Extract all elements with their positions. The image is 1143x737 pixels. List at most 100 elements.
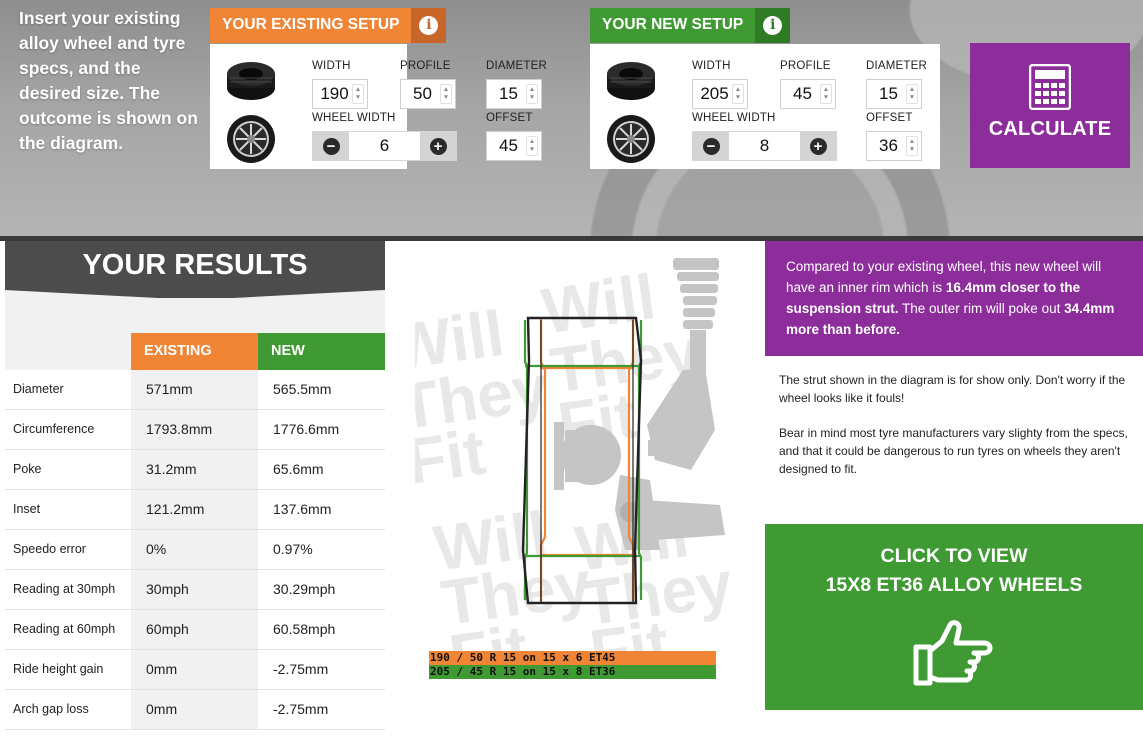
new-setup-body: WIDTH PROFILE DIAMETER WHEEL WIDTH OFFSE… xyxy=(590,44,940,169)
new-width-label: WIDTH xyxy=(692,60,731,72)
new-width-value: 205 xyxy=(700,84,729,103)
table-row: Speedo error 0% 0.97% xyxy=(5,530,385,570)
table-row: Diameter 571mm 565.5mm xyxy=(5,370,385,410)
new-wheel-width-label: WHEEL WIDTH xyxy=(692,112,776,124)
row-new: -2.75mm xyxy=(258,650,385,689)
existing-width-label: WIDTH xyxy=(312,60,351,72)
plus-icon: + xyxy=(809,137,827,155)
minus-icon: − xyxy=(322,137,340,155)
existing-setup-title: YOUR EXISTING SETUP xyxy=(210,8,412,43)
spinner-icon[interactable]: ▲ ▼ xyxy=(906,136,918,156)
new-info-button[interactable]: i xyxy=(755,8,791,43)
new-decrease-button[interactable]: − xyxy=(693,132,729,160)
tyre-icon xyxy=(607,62,655,100)
comparison-summary: Compared to your existing wheel, this ne… xyxy=(765,241,1143,356)
new-diameter-input[interactable]: 15 ▲ ▼ xyxy=(866,79,922,109)
existing-width-value: 190 xyxy=(320,84,349,103)
new-width-input[interactable]: 205 ▲ ▼ xyxy=(692,79,748,109)
existing-info-button[interactable]: i xyxy=(411,8,447,43)
spinner-icon[interactable]: ▲ ▼ xyxy=(526,84,538,104)
spinner-icon[interactable]: ▲ ▼ xyxy=(440,84,452,104)
existing-setup-body: WIDTH PROFILE DIAMETER WHEEL WIDTH OFFSE… xyxy=(210,44,547,169)
row-new: 0.97% xyxy=(258,530,385,569)
existing-diameter-value: 15 xyxy=(499,84,518,103)
existing-wheel-width-value: 6 xyxy=(349,132,420,160)
row-label: Arch gap loss xyxy=(5,690,131,729)
new-offset-value: 36 xyxy=(879,136,898,155)
table-row: Arch gap loss 0mm -2.75mm xyxy=(5,690,385,730)
cta-line-1: CLICK TO VIEW xyxy=(880,545,1028,567)
new-increase-button[interactable]: + xyxy=(800,132,836,160)
spinner-icon[interactable]: ▲ ▼ xyxy=(352,84,364,104)
existing-width-input[interactable]: 190 ▲ ▼ xyxy=(312,79,368,109)
row-new: 30.29mph xyxy=(258,570,385,609)
calculator-icon xyxy=(1029,64,1071,110)
cta-line-2: 15X8 ET36 ALLOY WHEELS xyxy=(825,574,1083,596)
row-new: 137.6mm xyxy=(258,490,385,529)
new-diameter-value: 15 xyxy=(879,84,898,103)
existing-offset-value: 45 xyxy=(499,136,518,155)
intro-text: Insert your existing alloy wheel and tyr… xyxy=(19,8,198,153)
row-new: 1776.6mm xyxy=(258,410,385,449)
manufacturer-note: Bear in mind most tyre manufacturers var… xyxy=(779,426,1128,476)
row-existing: 0mm xyxy=(131,650,258,689)
existing-decrease-button[interactable]: − xyxy=(313,132,349,160)
row-existing: 30mph xyxy=(131,570,258,609)
existing-profile-label: PROFILE xyxy=(400,60,451,72)
new-setup-panel: YOUR NEW SETUP i WIDTH PROFILE DIAMETER … xyxy=(590,8,940,169)
row-label: Diameter xyxy=(5,370,131,409)
plus-icon: + xyxy=(429,137,447,155)
row-new: -2.75mm xyxy=(258,690,385,729)
existing-offset-label: OFFSET xyxy=(486,112,533,124)
tyre-icon xyxy=(227,62,275,100)
view-alloy-wheels-button[interactable]: CLICK TO VIEW 15X8 ET36 ALLOY WHEELS xyxy=(765,524,1143,710)
row-label: Reading at 30mph xyxy=(5,570,131,609)
new-setup-title: YOUR NEW SETUP xyxy=(590,8,756,43)
row-label: Inset xyxy=(5,490,131,529)
existing-offset-input[interactable]: 45 ▲ ▼ xyxy=(486,131,542,161)
calculate-label: CALCULATE xyxy=(988,118,1112,140)
pointing-hand-icon xyxy=(913,620,993,686)
row-new: 65.6mm xyxy=(258,450,385,489)
spinner-icon[interactable]: ▲ ▼ xyxy=(526,136,538,156)
info-icon: i xyxy=(763,16,783,35)
comparison-text-2: The outer rim will poke out xyxy=(898,301,1065,316)
new-wheel-width-stepper[interactable]: − 8 + xyxy=(692,131,837,161)
existing-setup-panel: YOUR EXISTING SETUP i WIDTH PROFILE DIAM… xyxy=(210,8,547,169)
row-existing: 0mm xyxy=(131,690,258,729)
spinner-icon[interactable]: ▲ ▼ xyxy=(820,84,832,104)
existing-increase-button[interactable]: + xyxy=(420,132,456,160)
row-existing: 60mph xyxy=(131,610,258,649)
new-profile-label: PROFILE xyxy=(780,60,831,72)
results-table: Diameter 571mm 565.5mm Circumference 1793.8… xyxy=(5,370,385,730)
new-offset-input[interactable]: 36 ▲ ▼ xyxy=(866,131,922,161)
col-existing: EXISTING xyxy=(131,333,258,370)
new-setup-header: YOUR NEW SETUP i xyxy=(590,8,791,43)
table-row: Reading at 60mph 60mph 60.58mph xyxy=(5,610,385,650)
spinner-icon[interactable]: ▲ ▼ xyxy=(906,84,918,104)
col-new: NEW xyxy=(258,333,385,370)
new-profile-input[interactable]: 45 ▲ ▼ xyxy=(780,79,836,109)
existing-profile-input[interactable]: 50 ▲ ▼ xyxy=(400,79,456,109)
table-row: Inset 121.2mm 137.6mm xyxy=(5,490,385,530)
existing-diameter-label: DIAMETER xyxy=(486,60,548,72)
row-existing: 1793.8mm xyxy=(131,410,258,449)
strut-note: The strut shown in the diagram is for sh… xyxy=(779,373,1126,405)
existing-diameter-input[interactable]: 15 ▲ ▼ xyxy=(486,79,542,109)
calculate-button[interactable]: CALCULATE xyxy=(970,43,1130,168)
row-new: 60.58mph xyxy=(258,610,385,649)
row-existing: 31.2mm xyxy=(131,450,258,489)
row-existing: 0% xyxy=(131,530,258,569)
existing-wheel-width-label: WHEEL WIDTH xyxy=(312,112,396,124)
existing-setup-header: YOUR EXISTING SETUP i xyxy=(210,8,447,43)
row-label: Speedo error xyxy=(5,530,131,569)
spinner-icon[interactable]: ▲ ▼ xyxy=(732,84,744,104)
new-wheel-width-value: 8 xyxy=(729,132,800,160)
svg-text:Fit: Fit xyxy=(415,415,490,497)
table-row: Poke 31.2mm 65.6mm xyxy=(5,450,385,490)
row-label: Ride height gain xyxy=(5,650,131,689)
row-new: 565.5mm xyxy=(258,370,385,409)
existing-wheel-width-stepper[interactable]: − 6 + xyxy=(312,131,457,161)
table-row: Reading at 30mph 30mph 30.29mph xyxy=(5,570,385,610)
row-label: Reading at 60mph xyxy=(5,610,131,649)
